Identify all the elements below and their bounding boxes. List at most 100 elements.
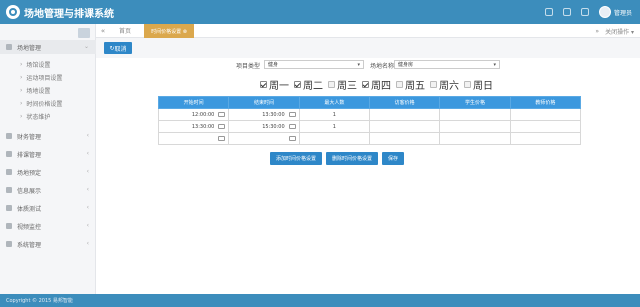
grid-icon[interactable] xyxy=(544,8,553,16)
student-price-input[interactable] xyxy=(439,108,511,121)
checkbox[interactable] xyxy=(362,80,369,88)
tab-home[interactable]: 首页 xyxy=(110,26,140,35)
top-bar: 场地管理与排课系统 管理员 xyxy=(0,0,640,24)
sidebar-item-venue[interactable]: 场地管理 ⌄ xyxy=(0,40,96,54)
weekday-mon[interactable]: 周一 xyxy=(260,77,289,92)
max-people-input[interactable]: 1 xyxy=(298,120,370,133)
weekday-fri[interactable]: 周五 xyxy=(396,77,425,92)
sidebar-sub-sport-settings[interactable]: 运动项目设置 xyxy=(20,71,62,83)
avatar[interactable] xyxy=(598,6,611,18)
clock-icon[interactable] xyxy=(288,112,296,117)
col-end-time: 结束时间 xyxy=(228,96,300,109)
add-time-price-button[interactable]: 添加时间价格设置 xyxy=(270,152,322,165)
top-right-tools: 管理员 xyxy=(544,0,632,24)
table-row: 13:30:00 15:30:00 1 xyxy=(157,120,582,133)
weekday-sat[interactable]: 周六 xyxy=(430,77,459,92)
chevron-left-icon: ‹ xyxy=(86,150,89,157)
sidebar-item-video[interactable]: 视频监控 ‹ xyxy=(0,219,96,233)
sidebar-item-booking[interactable]: 场地预定 ‹ xyxy=(0,165,96,179)
toolbar: ↻ 取消 xyxy=(96,38,640,58)
sidebar-item-label: 信息展示 xyxy=(17,187,42,195)
weekday-tue[interactable]: 周二 xyxy=(294,77,323,92)
save-button[interactable]: 保存 xyxy=(382,152,404,165)
checkbox[interactable] xyxy=(294,80,301,88)
action-buttons: 添加时间价格设置 删除时间价格设置 保存 xyxy=(270,152,404,165)
weekday-wed[interactable]: 周三 xyxy=(328,77,357,92)
sidebar-item-info[interactable]: 信息展示 ‹ xyxy=(0,183,96,197)
sidebar-item-schedule[interactable]: 排课管理 ‹ xyxy=(0,147,96,161)
clock-icon[interactable] xyxy=(218,136,226,141)
sidebar-sub-field-settings[interactable]: 场地设置 xyxy=(20,84,50,96)
checkbox[interactable] xyxy=(396,80,403,88)
col-start-time: 开始时间 xyxy=(157,96,230,109)
checkbox[interactable] xyxy=(328,80,335,88)
clock-icon[interactable] xyxy=(218,124,226,129)
username[interactable]: 管理员 xyxy=(614,8,632,17)
chevron-left-icon: ‹ xyxy=(86,222,89,229)
heart-icon xyxy=(6,205,12,211)
checkbox[interactable] xyxy=(430,80,437,88)
help-icon[interactable] xyxy=(580,8,589,16)
sidebar-item-system[interactable]: 系统管理 ‹ xyxy=(0,237,96,251)
money-icon xyxy=(6,133,12,139)
close-ops-menu[interactable]: 关闭操作 ▾ xyxy=(605,27,634,36)
video-icon xyxy=(6,223,12,229)
student-price-input[interactable] xyxy=(439,132,511,145)
project-type-select[interactable]: 健身 ▾ xyxy=(264,60,364,69)
delete-time-price-button[interactable]: 删除时间价格设置 xyxy=(326,152,378,165)
sidebar-toggle-icon[interactable] xyxy=(78,28,90,38)
teacher-price-input[interactable] xyxy=(509,108,582,121)
chevron-down-icon: ▾ xyxy=(493,62,496,68)
start-time-input[interactable]: 12:00:00 xyxy=(157,108,230,121)
check-icon xyxy=(6,169,12,175)
tab-prev-icon[interactable]: « xyxy=(96,27,110,35)
sidebar-sub-status[interactable]: 状态维护 xyxy=(20,110,50,122)
start-time-input[interactable]: 13:30:00 xyxy=(157,120,230,133)
clock-icon[interactable] xyxy=(288,124,296,129)
sidebar-item-finance[interactable]: 财务管理 ‹ xyxy=(0,129,96,143)
end-time-input[interactable]: 13:30:00 xyxy=(228,108,300,121)
tab-next-icon[interactable]: » xyxy=(595,28,599,35)
main-content: 项目类型 健身 ▾ 场地名称 健身房 ▾ 周一 周二 周三 周四 周五 周六 周… xyxy=(96,58,640,294)
clock-icon[interactable] xyxy=(288,136,296,141)
sidebar-item-label: 排课管理 xyxy=(17,151,42,159)
start-time-input[interactable] xyxy=(157,132,230,145)
end-time-input[interactable]: 15:30:00 xyxy=(228,120,300,133)
checkbox[interactable] xyxy=(464,80,471,88)
sidebar: 场地管理 ⌄ 场馆设置 运动项目设置 场地设置 时间价格设置 状态维护 财务管理… xyxy=(0,24,96,294)
chevron-down-icon: ⌄ xyxy=(83,43,89,50)
sidebar-item-label: 场地管理 xyxy=(17,44,42,52)
weekday-sun[interactable]: 周日 xyxy=(464,77,493,92)
student-price-input[interactable] xyxy=(439,120,511,133)
sidebar-sub-venue-settings[interactable]: 场馆设置 xyxy=(20,58,50,70)
max-people-input[interactable]: 1 xyxy=(298,108,370,121)
chevron-left-icon: ‹ xyxy=(86,132,89,139)
chevron-left-icon: ‹ xyxy=(86,186,89,193)
weekday-thu[interactable]: 周四 xyxy=(362,77,391,92)
visitor-price-input[interactable] xyxy=(368,108,441,121)
teacher-price-input[interactable] xyxy=(509,132,582,145)
time-price-table: 开始时间 结束时间 最大人数 访客价格 学生价格 教师价格 12:00:00 1… xyxy=(157,96,582,145)
end-time-input[interactable] xyxy=(228,132,300,145)
bell-icon[interactable] xyxy=(562,8,571,16)
col-teacher-price: 教师价格 xyxy=(509,96,582,109)
max-people-input[interactable] xyxy=(298,132,370,145)
venue-icon xyxy=(6,44,12,50)
checkbox[interactable] xyxy=(260,80,267,88)
venue-name-select[interactable]: 健身房 ▾ xyxy=(394,60,500,69)
tab-time-price[interactable]: 时间价格设置 ⊗ xyxy=(144,24,194,38)
sidebar-item-label: 体质测试 xyxy=(17,205,42,213)
teacher-price-input[interactable] xyxy=(509,120,582,133)
weekday-checkboxes: 周一 周二 周三 周四 周五 周六 周日 xyxy=(260,77,498,92)
app-title: 场地管理与排课系统 xyxy=(24,8,114,20)
sidebar-item-fitness-test[interactable]: 体质测试 ‹ xyxy=(0,201,96,215)
col-max-people: 最大人数 xyxy=(298,96,370,109)
gear-icon xyxy=(6,241,12,247)
visitor-price-input[interactable] xyxy=(368,120,441,133)
cancel-button[interactable]: ↻ 取消 xyxy=(104,42,132,54)
clock-icon[interactable] xyxy=(218,112,226,117)
footer: Copyright © 2015 易邦智能 xyxy=(0,294,640,307)
sidebar-sub-time-price[interactable]: 时间价格设置 xyxy=(20,97,62,109)
table-row xyxy=(157,132,582,145)
visitor-price-input[interactable] xyxy=(368,132,441,145)
